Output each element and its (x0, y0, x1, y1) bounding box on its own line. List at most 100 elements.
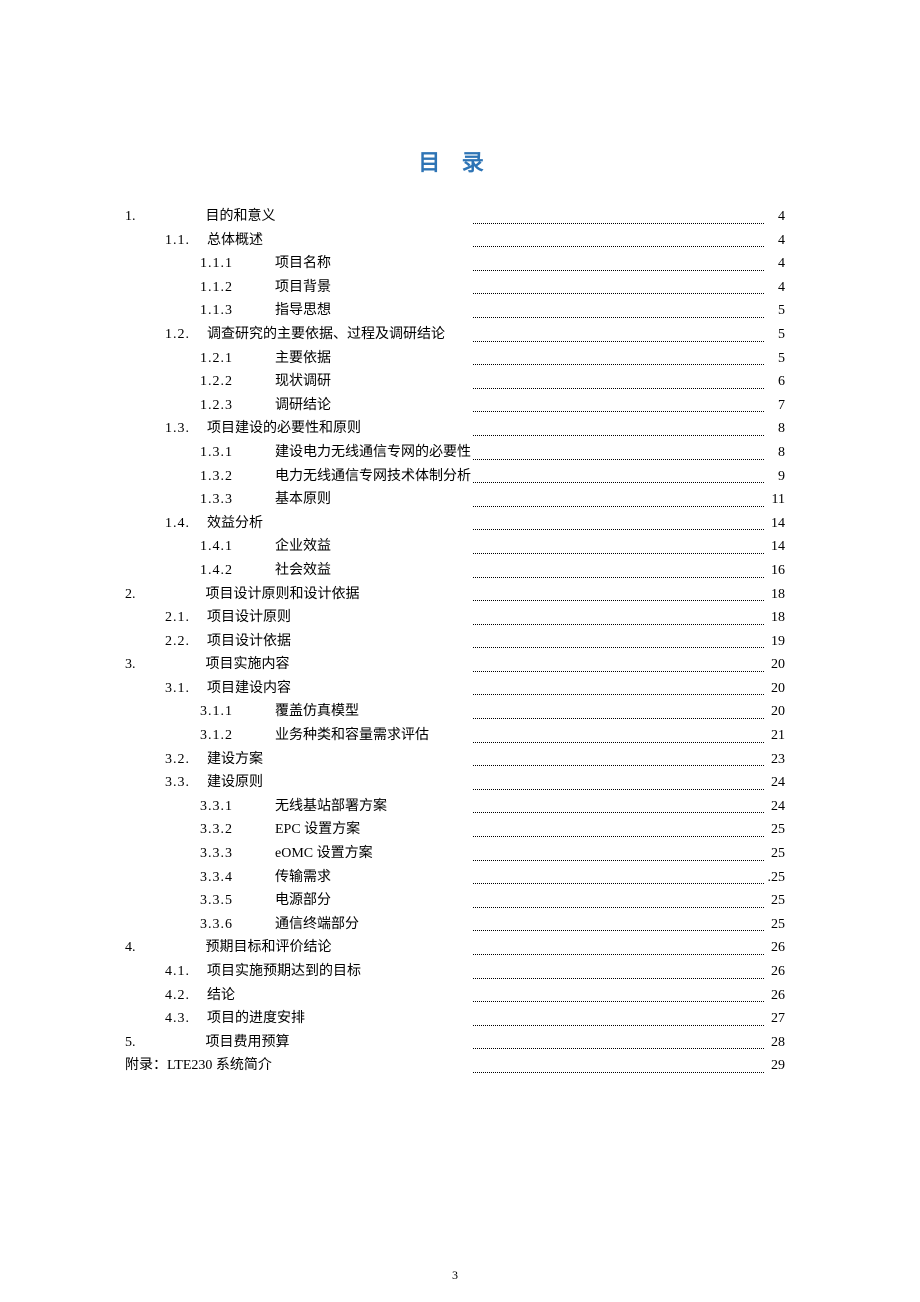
toc-entry-page: 25 (766, 842, 786, 866)
toc-entry: 附录：LTE230 系统简介 29 (125, 1054, 785, 1078)
toc-entry: 1.3.1建设电力无线通信专网的必要性 8 (125, 441, 785, 465)
toc-entry-text: 社会效益 (275, 563, 331, 578)
toc-leader (471, 252, 766, 276)
toc-leader (471, 276, 766, 300)
toc-entry: 3.1.2业务种类和容量需求评估21 (125, 724, 785, 748)
toc-entry-text: 项目设计原则 (207, 610, 291, 625)
toc-leader (471, 818, 766, 842)
toc-entry-text: 总体概述 (207, 233, 263, 248)
toc-entry-text: EPC 设置方案 (275, 822, 360, 837)
toc-entry: 3.1.1覆盖仿真模型20 (125, 700, 785, 724)
toc-entry: 1.3.项目建设的必要性和原则8 (125, 417, 785, 441)
toc-entry-text: 目的和意义 (206, 209, 276, 224)
toc-entry: 1.4.1企业效益14 (125, 535, 785, 559)
toc-entry: 3.2.建设方案23 (125, 748, 785, 772)
toc-entry: 4.2.结论26 (125, 984, 785, 1008)
toc-entry-text: 项目实施内容 (206, 657, 290, 672)
toc-entry-text: 项目建设内容 (207, 681, 291, 696)
toc-entry-page: 21 (766, 724, 786, 748)
toc-entry-text: 覆盖仿真模型 (275, 704, 359, 719)
toc-entry-page: 25 (766, 889, 786, 913)
toc-entry-page: 20 (766, 653, 786, 677)
toc-entry-page: 9 (766, 465, 786, 489)
toc-entry-page: 29 (766, 1054, 786, 1078)
toc-entry: 3.3.2EPC 设置方案 25 (125, 818, 785, 842)
toc-entry-number: 2.1. (165, 606, 207, 630)
toc-entry: 1.1.1项目名称4 (125, 252, 785, 276)
toc-entry-page: 8 (766, 441, 786, 465)
toc-leader (471, 700, 766, 724)
toc-entry: 3.3.4传输需求.25 (125, 866, 785, 890)
toc-entry-text: 项目费用预算 (206, 1035, 290, 1050)
toc-entry: 1.2.2现状调研6 (125, 370, 785, 394)
toc-entry-number: 2. (125, 587, 136, 602)
toc-entry-number: 1.3.1 (200, 441, 275, 465)
toc-entry-label: 附录：LTE230 系统简介 (125, 1054, 471, 1078)
toc-entry-page: 25 (766, 913, 786, 937)
toc-leader (471, 299, 766, 323)
toc-entry-label: 1.2.2现状调研 (125, 370, 471, 394)
toc-entry-text: 调研结论 (275, 398, 331, 413)
toc-entry-label: 1.2.调查研究的主要依据、过程及调研结论 (125, 323, 471, 347)
toc-entry-text: 主要依据 (275, 351, 331, 366)
toc-entry-page: 5 (766, 347, 786, 371)
toc-entry-label: 1. 目的和意义 (125, 205, 471, 229)
toc-leader (471, 370, 766, 394)
toc-leader (471, 512, 766, 536)
toc-entry-number: 2.2. (165, 630, 207, 654)
toc-entry: 3.3.5电源部分25 (125, 889, 785, 913)
toc-entry-text: 附录：LTE230 系统简介 (125, 1058, 272, 1073)
toc-entry-text: 建设原则 (207, 775, 263, 790)
toc-leader (471, 205, 766, 229)
toc-entry-text: 项目建设的必要性和原则 (207, 421, 361, 436)
toc-entry-number: 1.1. (165, 229, 207, 253)
toc-entry-page: 4 (766, 252, 786, 276)
toc-entry-label: 1.4.1企业效益 (125, 535, 471, 559)
toc-entry-number: 4.3. (165, 1007, 207, 1031)
toc-entry-label: 3.项目实施内容 (125, 653, 471, 677)
toc-title: 目 录 (125, 145, 785, 177)
toc-entry-page: 7 (766, 394, 786, 418)
toc-leader (471, 488, 766, 512)
toc-entry: 4.1.项目实施预期达到的目标26 (125, 960, 785, 984)
toc-entry-label: 1.3.1建设电力无线通信专网的必要性 (125, 441, 471, 465)
toc-entry: 2. 项目设计原则和设计依据 18 (125, 583, 785, 607)
toc-entry-page: 18 (766, 583, 786, 607)
toc-entry-label: 3.1.1覆盖仿真模型 (125, 700, 471, 724)
toc-entry-text: 传输需求 (275, 870, 331, 885)
toc-entry-text: 项目名称 (275, 256, 331, 271)
toc-entry-number: 1.2.1 (200, 347, 275, 371)
toc-entry: 3.项目实施内容 20 (125, 653, 785, 677)
toc-entry-label: 3.3.2EPC 设置方案 (125, 818, 471, 842)
toc-entry-label: 3.3.建设原则 (125, 771, 471, 795)
toc-entry-number: 1.4. (165, 512, 207, 536)
toc-entry: 1.2.调查研究的主要依据、过程及调研结论5 (125, 323, 785, 347)
toc-entry-number: 1.3.2 (200, 465, 275, 489)
toc-entry: 2.2.项目设计依据19 (125, 630, 785, 654)
toc-entry-text: 无线基站部署方案 (275, 799, 387, 814)
toc-entry-text: 项目设计原则和设计依据 (206, 587, 360, 602)
toc-leader (471, 653, 766, 677)
toc-entry-text: 电力无线通信专网技术体制分析 (275, 469, 471, 484)
toc-entry-label: 3.1.项目建设内容 (125, 677, 471, 701)
toc-entry-label: 1.4.2社会效益 (125, 559, 471, 583)
toc-leader (471, 866, 766, 890)
toc-entry-label: 2.2.项目设计依据 (125, 630, 471, 654)
toc-entry-page: 5 (766, 299, 786, 323)
toc-entry-page: 18 (766, 606, 786, 630)
toc-entry-page: 25 (766, 818, 786, 842)
toc-leader (471, 1031, 766, 1055)
toc-entry-label: 4.预期目标和评价结论 (125, 936, 471, 960)
toc-entry-label: 1.3.2电力无线通信专网技术体制分析 (125, 465, 471, 489)
toc-entry-number: 3.3.2 (200, 818, 275, 842)
toc-entry-text: 建设方案 (207, 752, 263, 767)
toc-entry-label: 3.2.建设方案 (125, 748, 471, 772)
toc-entry-number: 3.1.2 (200, 724, 275, 748)
toc-entry-label: 2. 项目设计原则和设计依据 (125, 583, 471, 607)
toc-leader (471, 748, 766, 772)
page-number: 3 (125, 1268, 785, 1283)
toc-entry-number: 1. (125, 209, 136, 224)
toc-leader (471, 984, 766, 1008)
toc-leader (471, 889, 766, 913)
toc-entry-number: 1.1.2 (200, 276, 275, 300)
